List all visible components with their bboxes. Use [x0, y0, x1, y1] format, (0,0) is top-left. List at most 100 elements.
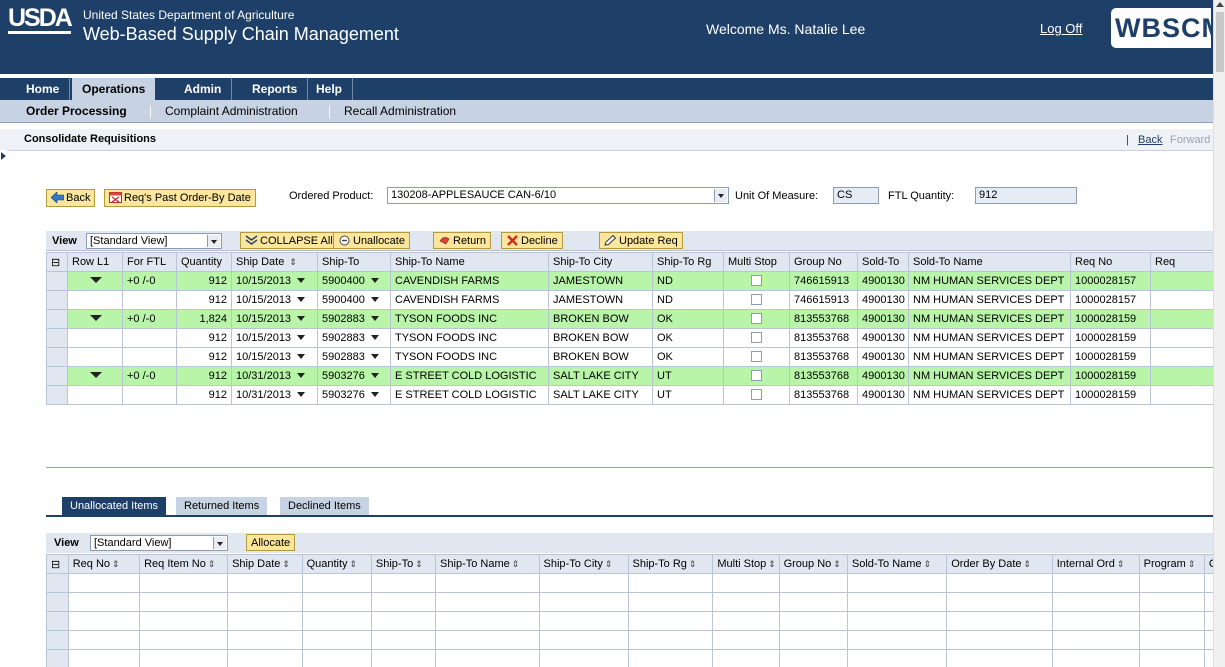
menu-operations[interactable]: Operations	[72, 78, 156, 100]
chevron-down-icon[interactable]	[297, 373, 306, 378]
req-cell[interactable]	[1150, 385, 1213, 405]
empty-cell[interactable]	[778, 611, 848, 631]
tab-unallocated-items[interactable]: Unallocated Items	[62, 497, 167, 515]
for-ftl-cell[interactable]: +0 /-0	[122, 271, 177, 291]
sold-to-cell[interactable]: 4900130	[857, 328, 909, 348]
empty-cell[interactable]	[846, 649, 948, 667]
multi-stop-cell[interactable]	[723, 271, 790, 291]
select-all-icon[interactable]: ⊟	[46, 252, 68, 272]
col-for-ftl[interactable]: For FTL	[122, 252, 177, 272]
sold-to-name-cell[interactable]: NM HUMAN SERVICES DEPT	[908, 366, 1071, 386]
group-row[interactable]: +0 /-0 912 10/31/2013 5903276 E STREET COLD …	[46, 366, 1213, 386]
submenu-recall-administration[interactable]: Recall Administration	[336, 100, 464, 122]
expand-toggle[interactable]	[67, 309, 123, 329]
quantity-cell[interactable]: 912	[176, 366, 232, 386]
for-ftl-cell[interactable]: +0 /-0	[122, 366, 177, 386]
chevron-down-icon[interactable]	[370, 316, 379, 321]
empty-cell[interactable]	[846, 630, 948, 650]
col-ship-date[interactable]: Ship Date ⇕	[231, 252, 318, 272]
multi-stop-cell[interactable]	[723, 385, 790, 405]
empty-cell[interactable]	[946, 649, 1053, 667]
empty-cell[interactable]	[139, 592, 229, 612]
chevron-down-icon[interactable]	[297, 354, 306, 359]
sold-to-cell[interactable]: 4900130	[857, 271, 909, 291]
group-no-cell[interactable]: 813553768	[789, 309, 858, 329]
empty-cell[interactable]	[67, 573, 141, 593]
empty-cell[interactable]	[227, 592, 303, 612]
ship-to-cell[interactable]: 5902883	[317, 328, 391, 348]
empty-cell[interactable]	[370, 630, 437, 650]
sold-to-name-cell[interactable]: NM HUMAN SERVICES DEPT	[908, 271, 1071, 291]
empty-cell[interactable]	[370, 611, 437, 631]
empty-cell[interactable]	[1138, 611, 1205, 631]
ship-to-city-cell[interactable]: JAMESTOWN	[548, 290, 653, 310]
ship-to-cell[interactable]: 5902883	[317, 347, 391, 367]
row-selector[interactable]	[46, 347, 68, 367]
req-cell[interactable]	[1150, 366, 1213, 386]
sort-icon[interactable]: ⇕	[768, 559, 776, 570]
ship-to-rg-cell[interactable]: UT	[652, 385, 724, 405]
empty-cell[interactable]	[946, 573, 1053, 593]
ship-to-rg-cell[interactable]: OK	[652, 347, 724, 367]
multi-stop-checkbox[interactable]	[751, 274, 762, 286]
sort-icon[interactable]: ⇕	[689, 559, 697, 570]
ship-to-city-cell[interactable]: JAMESTOWN	[548, 271, 653, 291]
empty-cell[interactable]	[1203, 611, 1213, 631]
chevron-down-icon[interactable]	[370, 354, 379, 359]
col-sold-to[interactable]: Sold-To	[857, 252, 909, 272]
table-row[interactable]: 912 10/15/2013 5902883 TYSON FOODS INC BROKE…	[46, 328, 1213, 348]
multi-stop-checkbox[interactable]	[751, 293, 762, 305]
col-ship-to-city[interactable]: Ship-To City	[548, 252, 653, 272]
empty-row[interactable]	[46, 592, 1213, 612]
req-cell[interactable]	[1150, 271, 1213, 291]
req-cell[interactable]	[1150, 290, 1213, 310]
req-no-cell[interactable]: 1000028159	[1070, 309, 1151, 329]
empty-cell[interactable]	[538, 573, 629, 593]
back-button[interactable]: Back	[46, 189, 96, 207]
sort-icon[interactable]: ⇕	[415, 559, 423, 570]
col-sold-to-name[interactable]: Sold-To Name	[908, 252, 1071, 272]
for-ftl-cell[interactable]	[122, 328, 177, 348]
col2-cus[interactable]: Cus	[1203, 554, 1213, 574]
ftl-quantity-field[interactable]: 912	[975, 187, 1077, 204]
select-all-icon[interactable]: ⊟	[46, 554, 69, 574]
ship-to-name-cell[interactable]: E STREET COLD LOGISTIC	[390, 385, 549, 405]
col-multi-stop[interactable]: Multi Stop	[723, 252, 790, 272]
col2-ship-to[interactable]: Ship-To ⇕	[370, 554, 437, 574]
ship-date-cell[interactable]: 10/15/2013	[231, 290, 318, 310]
row-selector[interactable]	[46, 573, 69, 593]
chevron-down-icon[interactable]	[714, 189, 727, 202]
empty-cell[interactable]	[1203, 630, 1213, 650]
multi-stop-checkbox[interactable]	[751, 369, 762, 381]
ship-to-city-cell[interactable]: BROKEN BOW	[548, 347, 653, 367]
empty-cell[interactable]	[538, 630, 629, 650]
empty-cell[interactable]	[712, 649, 780, 667]
col2-req-item-no[interactable]: Req Item No ⇕	[139, 554, 229, 574]
empty-cell[interactable]	[846, 592, 948, 612]
sold-to-name-cell[interactable]: NM HUMAN SERVICES DEPT	[908, 385, 1071, 405]
chevron-down-icon[interactable]	[370, 392, 379, 397]
col-ship-to[interactable]: Ship-To	[317, 252, 391, 272]
unit-of-measure-field[interactable]: CS	[833, 187, 879, 204]
col2-multi-stop[interactable]: Multi Stop ⇕	[712, 554, 780, 574]
sold-to-name-cell[interactable]: NM HUMAN SERVICES DEPT	[908, 290, 1071, 310]
empty-cell[interactable]	[370, 592, 437, 612]
req-cell[interactable]	[1150, 328, 1213, 348]
ship-to-name-cell[interactable]: CAVENDISH FARMS	[390, 290, 549, 310]
ship-to-name-cell[interactable]: TYSON FOODS INC	[390, 309, 549, 329]
empty-cell[interactable]	[712, 611, 780, 631]
ship-to-rg-cell[interactable]: ND	[652, 290, 724, 310]
forward-link[interactable]: Forward	[1170, 134, 1210, 146]
empty-cell[interactable]	[435, 611, 540, 631]
col2-ship-to-rg[interactable]: Ship-To Rg ⇕	[627, 554, 714, 574]
empty-cell[interactable]	[778, 592, 848, 612]
expand-toggle[interactable]	[67, 328, 123, 348]
req-no-cell[interactable]: 1000028157	[1070, 271, 1151, 291]
empty-cell[interactable]	[1051, 611, 1140, 631]
expand-toggle[interactable]	[67, 271, 123, 291]
req-cell[interactable]	[1150, 309, 1213, 329]
col2-program[interactable]: Program ⇕	[1138, 554, 1205, 574]
multi-stop-cell[interactable]	[723, 328, 790, 348]
ship-date-cell[interactable]: 10/31/2013	[231, 385, 318, 405]
empty-cell[interactable]	[1138, 592, 1205, 612]
